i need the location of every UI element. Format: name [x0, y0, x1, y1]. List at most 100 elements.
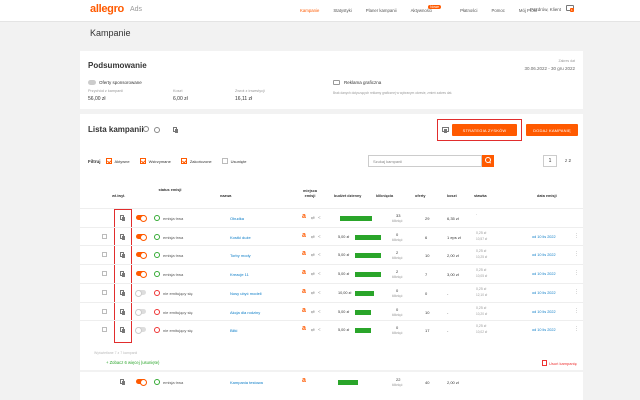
- filter-active-checkbox[interactable]: [105, 158, 112, 164]
- row-menu-icon[interactable]: ⋮: [574, 251, 579, 257]
- copy-icon[interactable]: [120, 327, 125, 334]
- strategy-button[interactable]: STRATEGIA ZYSKÓW: [452, 124, 517, 136]
- copy-icon[interactable]: [120, 379, 125, 385]
- table-row: emisja trwa Kreacje 11 a ⇄ <5,00 zł 2 kliknięć…: [80, 264, 583, 282]
- row-menu-icon[interactable]: ⋮: [574, 326, 579, 332]
- row-menu-icon[interactable]: ⋮: [574, 308, 579, 314]
- info-icon[interactable]: [143, 126, 149, 132]
- col-cost[interactable]: koszt: [447, 194, 457, 199]
- sponsored-label: Oferty sponsorowane: [99, 80, 142, 85]
- campaign-name[interactable]: Akcja dla rodziny: [230, 310, 260, 315]
- campaign-toggle[interactable]: [136, 271, 147, 279]
- show-more-link[interactable]: + Zobacz 6 więcej (usunięte): [106, 360, 159, 365]
- col-status[interactable]: status emisji: [154, 188, 186, 193]
- user-greeting[interactable]: Pozdrów, Klient: [530, 7, 561, 12]
- clicks-sub: kliknięć: [392, 293, 403, 298]
- share-icon: <: [318, 233, 321, 239]
- status-ok-icon: [154, 233, 160, 240]
- arrows-icon: ⇄: [311, 233, 315, 239]
- page-input[interactable]: 1: [543, 155, 557, 167]
- rate-sub: 10,57 zł: [476, 236, 488, 241]
- row-checkbox[interactable]: [102, 327, 107, 333]
- allegro-a-icon: a: [302, 306, 306, 314]
- col-clicks[interactable]: kliknięcia: [376, 194, 393, 199]
- copy-icon[interactable]: [120, 233, 125, 240]
- campaign-name[interactable]: Torby mody: [230, 253, 251, 258]
- copy-icon[interactable]: [120, 271, 125, 278]
- col-placement[interactable]: miejsca emisji: [300, 189, 320, 198]
- row-menu-icon[interactable]: ⋮: [574, 289, 579, 295]
- campaign-toggle[interactable]: [135, 289, 146, 297]
- col-toggle[interactable]: wł./wył.: [112, 194, 125, 199]
- col-name[interactable]: nazwa: [220, 194, 231, 199]
- campaign-toggle[interactable]: [135, 327, 146, 335]
- row-checkbox[interactable]: [102, 233, 107, 239]
- campaign-toggle[interactable]: [135, 308, 146, 316]
- budget-bar: [355, 253, 381, 259]
- copy-icon[interactable]: [120, 252, 125, 259]
- row-checkbox[interactable]: [102, 289, 107, 295]
- campaign-toggle[interactable]: [136, 379, 147, 386]
- filter-deleted-checkbox[interactable]: [221, 158, 228, 164]
- filter-paused[interactable]: Wstrzymane: [139, 158, 171, 164]
- campaign-name[interactable]: Nosy ubyć modeli: [230, 291, 262, 296]
- search-icon[interactable]: [482, 155, 494, 167]
- archive-icon[interactable]: [173, 127, 178, 133]
- date-range-value[interactable]: 30.06.2022 - 30 gru 2022: [524, 66, 575, 71]
- delete-campaign-link[interactable]: Usuń kampanię: [542, 360, 577, 366]
- nav-platnosci[interactable]: Płatności: [460, 8, 477, 13]
- budget-value: 5,00 zł: [338, 272, 350, 277]
- campaign-name[interactable]: Kostki duże: [230, 235, 251, 240]
- rate-value: 0,25 zł: [476, 305, 487, 310]
- filter-paused-checkbox[interactable]: [139, 158, 146, 164]
- campaign-name[interactable]: Biłki: [230, 328, 237, 333]
- filter-ended[interactable]: Zakończone: [180, 158, 212, 164]
- col-budget[interactable]: budżet dzienny: [334, 194, 361, 199]
- summary-card: Podsumowanie Zakres dat 30.06.2022 - 30 …: [80, 51, 583, 109]
- col-rate[interactable]: stawka: [474, 194, 487, 199]
- col-end[interactable]: data emisji: [537, 194, 557, 199]
- nav-pomoc[interactable]: Pomoc: [492, 8, 505, 13]
- filters-label: Filtruj: [88, 158, 101, 164]
- share-icon: <: [318, 252, 321, 258]
- row-menu-icon[interactable]: ⋮: [574, 270, 579, 276]
- table-header: wł./wył. status emisji nazwa miejsca emi…: [80, 188, 583, 206]
- search-input[interactable]: Szukaj kampanii: [368, 155, 482, 167]
- col-offers[interactable]: oferty: [415, 194, 426, 199]
- copy-icon[interactable]: [120, 308, 125, 315]
- campaign-toggle[interactable]: [136, 252, 147, 260]
- rate-sub: 10,25 zł: [476, 255, 488, 260]
- filter-active[interactable]: Aktywne: [105, 158, 130, 164]
- filter-ended-checkbox[interactable]: [180, 158, 187, 164]
- rate-sub: 10,05 zł: [476, 274, 488, 279]
- campaign-name[interactable]: Obudka: [230, 216, 244, 221]
- rate-sub: 10,20 zł: [476, 311, 488, 316]
- allegro-logo[interactable]: allegro: [90, 3, 124, 15]
- row-checkbox[interactable]: [102, 271, 107, 277]
- status-ok-icon: [154, 252, 160, 259]
- status-text: nie emitujący się: [163, 328, 193, 334]
- row-checkbox[interactable]: [102, 308, 107, 314]
- campaign-toggle[interactable]: [136, 215, 147, 222]
- nav-planer[interactable]: Planer kampanii: [366, 8, 397, 13]
- filter-deleted[interactable]: Usunięte: [221, 158, 246, 164]
- campaign-name[interactable]: Kampania testowa: [230, 380, 263, 385]
- copy-icon[interactable]: [120, 215, 125, 221]
- table-row: emisja trwa Kostki duże a ⇄ <5,00 zł 0 kliknię…: [80, 226, 583, 245]
- metric-revenue-value: 56,00 zł: [88, 96, 106, 102]
- nav-statystyki[interactable]: Statystyki: [333, 8, 351, 13]
- add-campaign-button[interactable]: DODAJ KAMPANIĘ: [526, 124, 578, 136]
- offers-value: 17: [425, 328, 430, 334]
- sponsored-toggle[interactable]: [88, 80, 96, 85]
- cost-value: 2,00 zł: [447, 380, 459, 385]
- nav-aktywnosci[interactable]: Aktywności Nowe: [411, 5, 447, 13]
- campaign-name[interactable]: Kreacje 11: [230, 272, 249, 277]
- row-checkbox[interactable]: [102, 252, 107, 258]
- copy-icon[interactable]: [120, 289, 125, 296]
- nav-kampanie[interactable]: Kampanie: [300, 8, 319, 13]
- campaign-toggle[interactable]: [136, 233, 147, 241]
- graphic-ad-note: Brak danych dotyczących reklamy graficzn…: [333, 91, 453, 95]
- row-menu-icon[interactable]: ⋮: [574, 233, 579, 239]
- budget-value: 10,00 zł: [338, 290, 352, 295]
- history-icon[interactable]: [154, 127, 160, 133]
